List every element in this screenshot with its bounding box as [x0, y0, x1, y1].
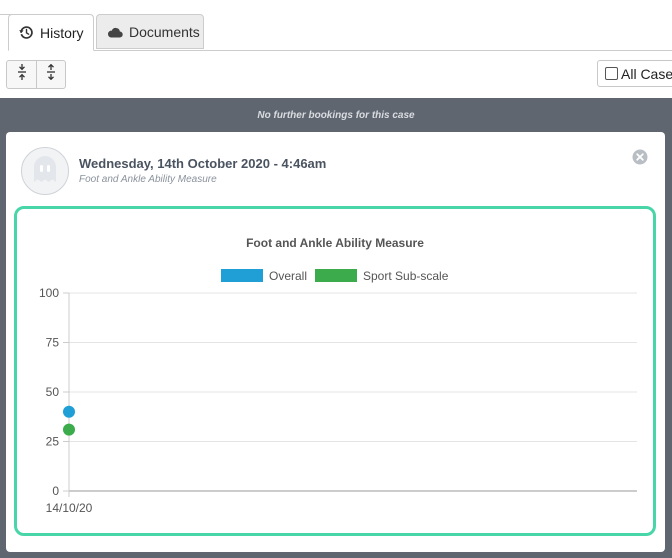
close-circle-icon — [632, 149, 648, 169]
all-cases-toggle[interactable]: All Cases — [597, 60, 672, 87]
y-tick-label: 0 — [52, 484, 59, 498]
collapse-all-button[interactable] — [7, 61, 36, 88]
chart-grid — [63, 292, 637, 497]
tab-bar: History Documents — [0, 0, 672, 51]
entry-measure-name: Foot and Ankle Ability Measure — [79, 174, 217, 185]
y-tick-label: 50 — [46, 385, 60, 399]
no-bookings-message: No further bookings for this case — [257, 110, 415, 121]
legend-label: Sport Sub-scale — [363, 269, 449, 283]
toolbar: All Cases — [0, 51, 672, 98]
entry-datetime: Wednesday, 14th October 2020 - 4:46am — [79, 156, 327, 171]
history-entry-card: Wednesday, 14th October 2020 - 4:46am Fo… — [6, 132, 665, 552]
y-axis: 0 25 50 75 100 — [39, 286, 59, 498]
legend-swatch — [221, 269, 263, 282]
y-tick-label: 25 — [46, 435, 60, 449]
history-icon — [19, 25, 34, 40]
data-point[interactable] — [63, 405, 75, 418]
expand-vertical-icon — [46, 63, 56, 85]
collapse-expand-group — [6, 60, 66, 89]
tab-documents-label: Documents — [129, 23, 200, 40]
chart-legend: Overall Sport Sub-scale — [221, 269, 449, 283]
legend-label: Overall — [269, 269, 307, 283]
collapse-vertical-icon — [17, 64, 27, 85]
chart-title: Foot and Ankle Ability Measure — [246, 236, 424, 250]
y-tick-label: 75 — [46, 336, 60, 350]
y-tick-label: 100 — [39, 286, 59, 300]
all-cases-checkbox[interactable] — [605, 67, 618, 80]
legend-swatch — [315, 269, 357, 282]
cloud-icon — [107, 26, 123, 38]
expand-all-button[interactable] — [36, 61, 65, 88]
all-cases-label: All Cases — [621, 65, 672, 82]
ghost-avatar-icon — [31, 154, 59, 189]
tab-history[interactable]: History — [8, 14, 94, 51]
x-axis: 14/10/20 — [46, 501, 93, 515]
data-point[interactable] — [63, 423, 75, 436]
avatar — [21, 147, 69, 195]
tab-documents[interactable]: Documents — [96, 14, 204, 49]
tab-history-label: History — [40, 24, 84, 41]
remove-entry-button[interactable] — [632, 149, 648, 165]
chart-container: Foot and Ankle Ability Measure Overall Sp… — [14, 206, 656, 536]
line-chart: Foot and Ankle Ability Measure Overall Sp… — [39, 236, 637, 515]
x-tick-label: 14/10/20 — [46, 501, 93, 515]
